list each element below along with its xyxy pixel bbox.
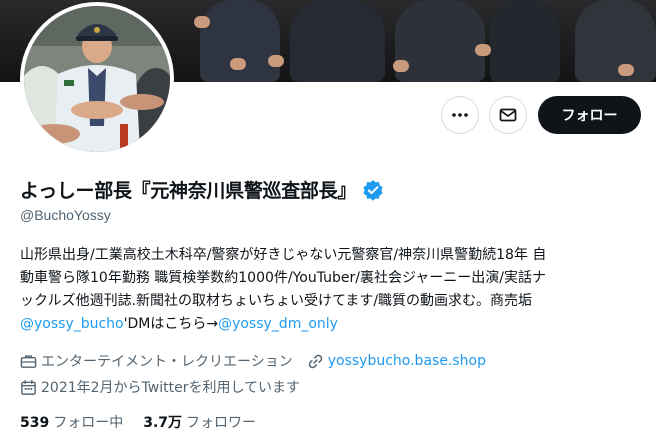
profile-website-link[interactable]: yossybucho.base.shop	[328, 353, 486, 369]
banner-detail	[618, 64, 634, 76]
bio-mention-link[interactable]: @yossy_dm_only	[218, 316, 338, 332]
banner-figure	[290, 0, 385, 82]
profile-avatar[interactable]	[20, 2, 174, 156]
bio-mention-link[interactable]: @yossy_bucho	[20, 316, 124, 332]
follow-button[interactable]: フォロー	[538, 96, 641, 134]
followers-stat[interactable]: 3.7万 フォロワー	[143, 412, 256, 432]
banner-figure	[395, 0, 485, 82]
profile-bio: 山形県出身/工業高校土木科卒/警察が好きじゃない元警察官/神奈川県警勤続18年 …	[20, 244, 640, 336]
more-button[interactable]	[441, 96, 479, 134]
bio-line: 山形県出身/工業高校土木科卒/警察が好きじゃない元警察官/神奈川県警勤続18年 …	[20, 247, 547, 263]
followers-count: 3.7万	[143, 415, 183, 431]
banner-detail	[230, 58, 246, 70]
profile-handle: @BuchoYossy	[20, 207, 111, 223]
more-dots-icon	[452, 113, 468, 117]
banner-detail	[475, 44, 491, 56]
following-label: フォロー中	[53, 415, 124, 431]
link-icon	[308, 354, 322, 368]
briefcase-icon	[20, 354, 37, 368]
following-count: 539	[20, 415, 50, 431]
banner-detail	[393, 60, 409, 72]
banner-figure	[575, 0, 656, 82]
profile-meta-row: エンターテイメント・レクリエーション yossybucho.base.shop	[20, 351, 486, 371]
profile-stats: 539 フォロー中 3.7万 フォロワー	[20, 412, 256, 432]
profile-category: エンターテイメント・レクリエーション	[41, 354, 293, 370]
banner-figure	[490, 0, 560, 82]
bio-line: ックルズ他週刊誌.新聞社の取材ちょいちょい受けてます/職質の動画求む。商売垢	[20, 293, 533, 309]
bio-line: 動車警ら隊10年勤務 職質検挙数約1000件/YouTuber/裏社会ジャーニー…	[20, 270, 547, 286]
profile-joined-date: 2021年2月からTwitterを利用しています	[41, 380, 301, 396]
bio-line: @yossy_bucho'DMはこちら→@yossy_dm_only	[20, 313, 640, 336]
display-name: よっしー部長『元神奈川県警巡査部長』	[20, 180, 357, 202]
profile-name-row: よっしー部長『元神奈川県警巡査部長』	[20, 176, 384, 203]
profile-joined-row: 2021年2月からTwitterを利用しています	[20, 377, 300, 397]
envelope-icon	[499, 108, 517, 122]
avatar-image	[24, 6, 170, 152]
followers-label: フォロワー	[186, 415, 257, 431]
message-button[interactable]	[489, 96, 527, 134]
calendar-icon	[21, 379, 36, 395]
bio-text: 'DMはこちら→	[123, 316, 219, 332]
banner-detail	[194, 16, 210, 28]
verified-badge-icon[interactable]	[362, 179, 384, 201]
banner-detail	[268, 55, 284, 67]
following-stat[interactable]: 539 フォロー中	[20, 412, 123, 432]
